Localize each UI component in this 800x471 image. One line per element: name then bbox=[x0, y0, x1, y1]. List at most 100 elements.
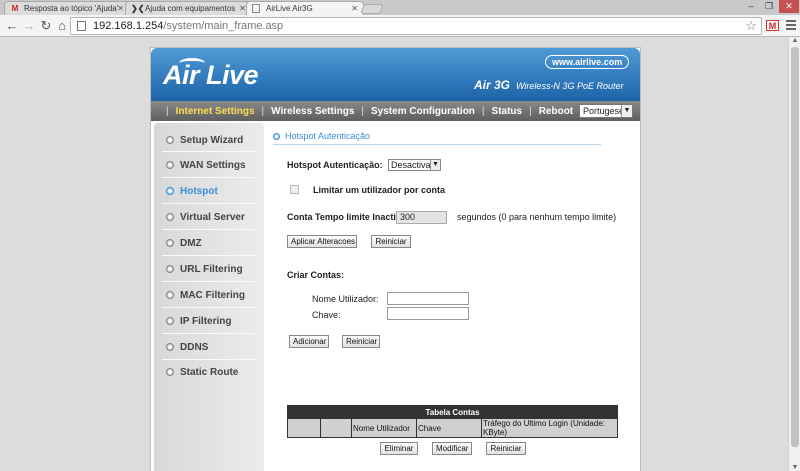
close-window-icon[interactable]: ✕ bbox=[779, 0, 799, 13]
main-menu-bar: | Internet Settings | Wireless Settings … bbox=[151, 101, 640, 121]
table-header-cell: Chave bbox=[416, 418, 482, 438]
product-title: Air 3G Wireless-N 3G PoE Router bbox=[474, 78, 623, 92]
menu-reboot[interactable]: Reboot bbox=[539, 106, 573, 117]
accounts-table: Tabela Contas Nome Utilizador Chave Tráf… bbox=[287, 405, 618, 438]
radio-bullet-icon bbox=[166, 317, 174, 325]
browser-tab-title: Ajuda com equipamentos bbox=[145, 4, 236, 13]
scroll-up-icon[interactable]: ▲ bbox=[789, 37, 800, 44]
forward-icon[interactable]: → bbox=[21, 18, 37, 34]
forum-icon: ❯❮ bbox=[131, 4, 145, 13]
address-bar[interactable]: 192.168.1.254/system/main_frame.asp ☆ bbox=[70, 17, 762, 35]
url-path: /system/main_frame.asp bbox=[163, 20, 284, 32]
reset-button-3[interactable]: Reiniciar bbox=[486, 442, 526, 455]
browser-tab-airlive[interactable]: AirLive Air3G ✕ bbox=[246, 1, 364, 15]
maximize-icon[interactable]: ❐ bbox=[760, 0, 778, 13]
timeout-input[interactable]: 300 bbox=[396, 211, 447, 224]
username-label: Nome Utilizador: bbox=[312, 294, 379, 304]
password-label: Chave: bbox=[312, 310, 341, 320]
sidebar: Setup Wizard WAN Settings Hotspot Virtua… bbox=[154, 123, 264, 471]
reset-button[interactable]: Reiniciar bbox=[371, 235, 411, 248]
sidebar-item-setup-wizard[interactable]: Setup Wizard bbox=[166, 133, 243, 147]
sidebar-item-hotspot[interactable]: Hotspot bbox=[166, 184, 218, 198]
router-header: Air Live www.airlive.com Air 3G Wireless-… bbox=[151, 48, 640, 101]
radio-bullet-icon bbox=[166, 213, 174, 221]
menu-wireless-settings[interactable]: Wireless Settings bbox=[271, 106, 354, 117]
sidebar-item-label: Setup Wizard bbox=[180, 134, 244, 146]
sidebar-item-static-route[interactable]: Static Route bbox=[166, 365, 238, 379]
sidebar-item-wan-settings[interactable]: WAN Settings bbox=[166, 158, 246, 172]
scroll-down-icon[interactable]: ▼ bbox=[789, 464, 800, 471]
auth-select-value: Desactivar bbox=[391, 160, 434, 170]
browser-menu-icon[interactable] bbox=[786, 20, 796, 30]
section-title: Hotspot Autenticação bbox=[273, 131, 370, 141]
sidebar-item-ddns[interactable]: DDNS bbox=[166, 340, 208, 354]
sidebar-item-label: MAC Filtering bbox=[180, 289, 245, 301]
site-url-badge[interactable]: www.airlive.com bbox=[545, 55, 630, 69]
create-accounts-title: Criar Contas: bbox=[287, 270, 345, 280]
gmail-icon: M bbox=[11, 4, 19, 13]
scrollbar-thumb[interactable] bbox=[791, 47, 799, 447]
sidebar-divider bbox=[162, 281, 258, 282]
gmail-extension-icon[interactable]: M bbox=[766, 20, 779, 31]
sidebar-item-label: IP Filtering bbox=[180, 315, 232, 327]
browser-tab-gmail[interactable]: M Resposta ao tópico 'Ajuda' ✕ bbox=[4, 1, 130, 15]
modify-button[interactable]: Modificar bbox=[432, 442, 472, 455]
radio-bullet-icon bbox=[166, 187, 174, 195]
radio-bullet-icon bbox=[166, 265, 174, 273]
sidebar-item-mac-filtering[interactable]: MAC Filtering bbox=[166, 288, 245, 302]
delete-button[interactable]: Eliminar bbox=[380, 442, 418, 455]
sidebar-item-label: Static Route bbox=[180, 366, 239, 378]
sidebar-item-dmz[interactable]: DMZ bbox=[166, 236, 202, 250]
language-select[interactable]: Portugese ▼ bbox=[579, 104, 633, 118]
limit-user-label: Limitar um utilizador por conta bbox=[313, 185, 446, 195]
add-button[interactable]: Adicionar bbox=[289, 335, 329, 348]
main-menu: | Internet Settings | Wireless Settings … bbox=[166, 105, 583, 117]
table-header-cell: Tráfego do Ultimo Login (Unidade: KByte) bbox=[481, 418, 618, 438]
apply-changes-button[interactable]: Aplicar Alteracoes bbox=[287, 235, 357, 248]
sidebar-item-url-filtering[interactable]: URL Filtering bbox=[166, 262, 243, 276]
table-header-row: Nome Utilizador Chave Tráfego do Ultimo … bbox=[287, 418, 618, 438]
browser-tab-title: Resposta ao tópico 'Ajuda' bbox=[24, 4, 119, 13]
menu-system-configuration[interactable]: System Configuration bbox=[371, 106, 475, 117]
back-icon[interactable]: ← bbox=[4, 18, 20, 34]
browser-tabstrip: M Resposta ao tópico 'Ajuda' ✕ ❯❮ Ajuda … bbox=[0, 0, 800, 15]
product-name: Air 3G bbox=[474, 78, 511, 92]
sidebar-divider bbox=[162, 307, 258, 308]
sidebar-item-ip-filtering[interactable]: IP Filtering bbox=[166, 314, 232, 328]
password-input[interactable] bbox=[387, 307, 469, 320]
section-title-text: Hotspot Autenticação bbox=[285, 131, 371, 141]
sidebar-divider bbox=[162, 151, 258, 152]
reload-icon[interactable]: ↻ bbox=[38, 18, 54, 34]
close-tab-icon[interactable]: ✕ bbox=[117, 4, 124, 13]
sidebar-item-virtual-server[interactable]: Virtual Server bbox=[166, 210, 245, 224]
browser-toolbar: ← → ↻ ⌂ 192.168.1.254/system/main_frame.… bbox=[0, 15, 800, 37]
sidebar-divider bbox=[162, 177, 258, 178]
vertical-scrollbar[interactable]: ▲ ▼ bbox=[788, 37, 800, 471]
close-tab-icon[interactable]: ✕ bbox=[351, 4, 358, 13]
new-tab-button[interactable] bbox=[360, 4, 384, 14]
airlive-logo: Air Live bbox=[163, 60, 259, 90]
browser-tab-title: AirLive Air3G bbox=[266, 4, 313, 13]
router-frame: Air Live www.airlive.com Air 3G Wireless-… bbox=[150, 47, 641, 471]
timeout-label: Conta Tempo limite Inactivo: bbox=[287, 212, 410, 222]
radio-bullet-icon bbox=[166, 291, 174, 299]
radio-bullet-icon bbox=[273, 132, 280, 140]
close-tab-icon[interactable]: ✕ bbox=[239, 4, 246, 13]
browser-tab-forum[interactable]: ❯❮ Ajuda com equipamentos ✕ bbox=[125, 1, 252, 15]
auth-select[interactable]: Desactivar ▼ bbox=[388, 159, 441, 171]
minimize-icon[interactable]: – bbox=[742, 0, 760, 13]
table-header-cell bbox=[287, 418, 321, 438]
sidebar-divider bbox=[162, 333, 258, 334]
reset-button-2[interactable]: Reiniciar bbox=[342, 335, 380, 348]
bookmark-star-icon[interactable]: ☆ bbox=[745, 18, 757, 34]
home-icon[interactable]: ⌂ bbox=[54, 18, 70, 34]
sidebar-divider bbox=[162, 255, 258, 256]
url-host: 192.168.1.254 bbox=[93, 20, 164, 32]
menu-status[interactable]: Status bbox=[492, 106, 523, 117]
menu-internet-settings[interactable]: Internet Settings bbox=[176, 106, 255, 117]
sidebar-divider bbox=[162, 203, 258, 204]
page-icon bbox=[77, 21, 86, 31]
language-value: Portugese bbox=[583, 106, 625, 116]
username-input[interactable] bbox=[387, 292, 469, 305]
limit-user-checkbox[interactable] bbox=[290, 185, 299, 194]
